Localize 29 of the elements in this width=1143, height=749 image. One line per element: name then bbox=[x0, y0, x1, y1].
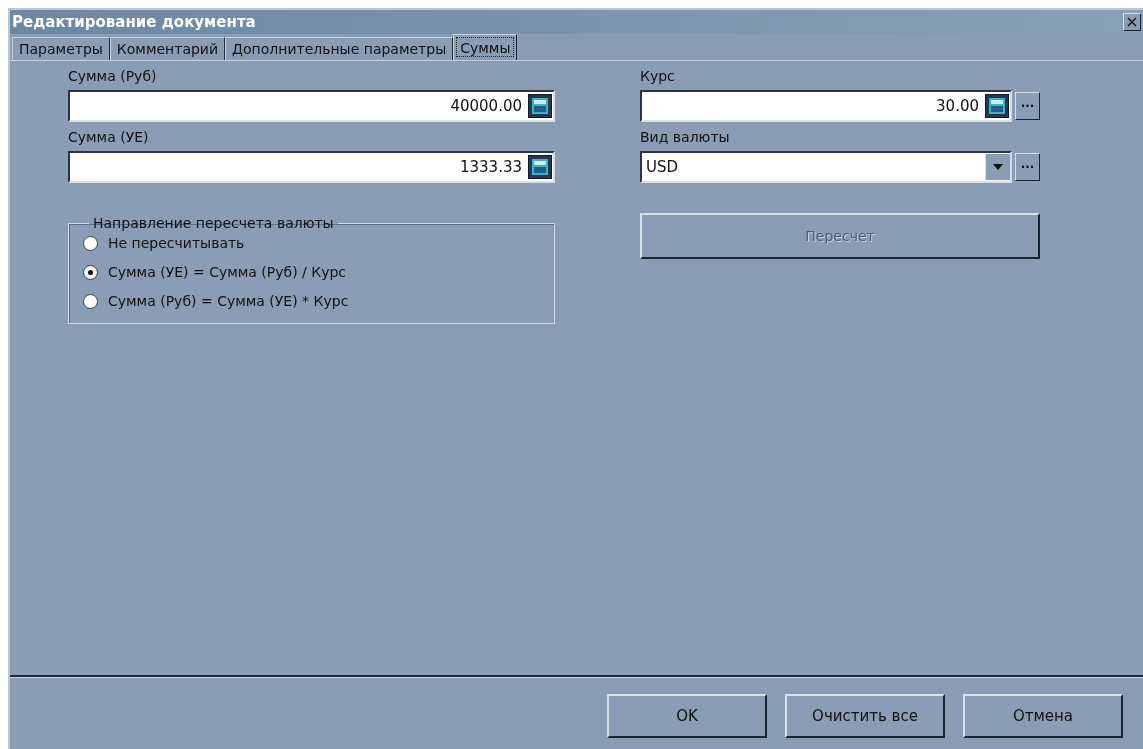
radio-option[interactable]: Не пересчитывать bbox=[83, 235, 554, 251]
radio-option[interactable]: Сумма (УЕ) = Сумма (Руб) / Курс bbox=[83, 264, 554, 280]
browse-button[interactable]: ··· bbox=[1015, 92, 1040, 120]
tab[interactable]: Дополнительные параметры bbox=[225, 37, 454, 60]
dialog-button[interactable]: Очистить все bbox=[785, 694, 945, 738]
currency-dropdown[interactable]: USD bbox=[640, 151, 1012, 183]
tab[interactable]: Суммы bbox=[453, 34, 518, 60]
window-title: Редактирование документа bbox=[12, 13, 256, 31]
tab[interactable]: Параметры bbox=[12, 37, 110, 60]
close-button[interactable]: × bbox=[1123, 13, 1141, 31]
input-field[interactable]: 30.00 bbox=[640, 90, 1012, 122]
group-title: Направление пересчета валюты bbox=[92, 215, 335, 231]
radio-option[interactable]: Сумма (Руб) = Сумма (УЕ) * Курс bbox=[83, 293, 554, 309]
calculator-icon[interactable] bbox=[528, 94, 552, 118]
field-label: Сумма (УЕ) bbox=[68, 129, 150, 145]
field-label: Курс bbox=[640, 68, 676, 84]
radio-button[interactable] bbox=[83, 293, 98, 309]
calculator-icon[interactable] bbox=[528, 155, 552, 179]
input-field[interactable]: 40000.00 bbox=[68, 90, 555, 122]
tab[interactable]: Комментарий bbox=[109, 37, 226, 60]
input-field[interactable]: 1333.33 bbox=[68, 151, 555, 183]
field-label: Сумма (Руб) bbox=[68, 68, 158, 84]
radio-button[interactable] bbox=[83, 235, 98, 251]
dialog-button[interactable]: Отмена bbox=[963, 694, 1123, 738]
calculator-icon[interactable] bbox=[985, 94, 1009, 118]
browse-button[interactable]: ··· bbox=[1015, 153, 1040, 181]
dialog-button[interactable]: OK bbox=[607, 694, 767, 738]
field-label: Вид валюты bbox=[640, 129, 731, 145]
radio-button[interactable] bbox=[83, 264, 98, 280]
